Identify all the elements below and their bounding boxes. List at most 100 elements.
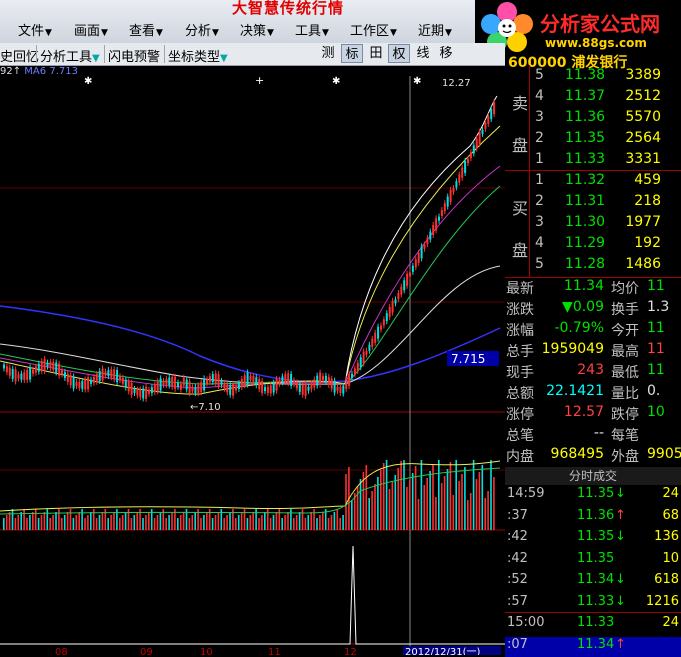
volume-bar: [403, 460, 405, 530]
volume-bar: [336, 509, 339, 530]
sell-row[interactable]: 4 11.37 2512: [505, 88, 681, 109]
volume-bar: [246, 518, 249, 530]
rights-adjust-button[interactable]: 权: [388, 44, 410, 63]
menu-view[interactable]: 查看▼: [129, 20, 163, 39]
tick-volume: 136: [654, 529, 679, 544]
event-marker: +: [255, 74, 264, 87]
volume-bar: [159, 512, 162, 530]
ticks-header[interactable]: 分时成交: [505, 467, 681, 485]
level-number: 2: [535, 193, 544, 209]
volume-bar: [177, 518, 179, 530]
volume-bar: [217, 512, 220, 530]
order-price: 11.35: [565, 130, 606, 146]
quote-label: 量比: [611, 386, 639, 402]
menu-analysis[interactable]: 分析▼: [185, 20, 219, 39]
quote-value: 968495: [550, 446, 604, 462]
tick-row[interactable]: :42 11.35 10: [505, 551, 681, 571]
volume-bar: [203, 515, 205, 530]
volume-bar: [278, 509, 281, 530]
level-number: 4: [535, 235, 544, 251]
quote-label: 涨幅: [506, 323, 534, 339]
volume-bar: [11, 509, 14, 530]
volume-bar: [330, 515, 333, 530]
flash-alert-button[interactable]: 闪电预警: [108, 46, 160, 65]
quote-value: 1959049: [541, 341, 604, 357]
volume-bar: [240, 512, 243, 530]
move-button[interactable]: 移: [436, 44, 456, 63]
buy-row[interactable]: 2 11.31 218: [505, 193, 681, 214]
menu-tools[interactable]: 工具▼: [295, 20, 329, 39]
order-quantity: 459: [634, 172, 661, 188]
volume-bar: [304, 518, 307, 530]
event-marker: ✱: [332, 76, 340, 87]
volume-bar: [394, 475, 397, 530]
buy-row[interactable]: 5 11.28 1486: [505, 256, 681, 277]
quote-value: 11: [647, 362, 665, 378]
volume-bar: [365, 465, 368, 530]
tick-row[interactable]: :37 11.36 ↑ 68: [505, 508, 681, 528]
tick-row[interactable]: :42 11.35 ↓ 136: [505, 529, 681, 549]
quote-value: 243: [577, 362, 604, 378]
tick-volume: 24: [662, 615, 679, 630]
volume-bar: [72, 518, 75, 530]
volume-bar: [400, 461, 402, 530]
level-number: 2: [535, 130, 544, 146]
volume-bar: [58, 509, 60, 530]
history-recall-button[interactable]: 史回忆: [0, 46, 39, 65]
tick-volume: 1216: [645, 593, 679, 609]
buy-row[interactable]: 3 11.30 1977: [505, 214, 681, 235]
volume-bar: [417, 499, 420, 530]
sell-row[interactable]: 3 11.36 5570: [505, 109, 681, 130]
volume-bar: [446, 469, 449, 530]
volume-bar: [121, 515, 124, 530]
volume-bar: [46, 509, 49, 530]
logo-text: 分析家公式网: [540, 12, 660, 36]
volume-bar: [469, 493, 472, 530]
month-label: 11: [268, 647, 281, 655]
sell-row[interactable]: 5 11.38 3389: [505, 67, 681, 88]
menu-file[interactable]: 文件▼: [18, 20, 52, 39]
quote-value: 11: [647, 278, 665, 294]
tick-row[interactable]: 15:00 11.33 24: [505, 615, 681, 635]
menu-view-screen[interactable]: 画面▼: [74, 20, 108, 39]
quote-label: 换手: [611, 302, 639, 318]
volume-bar: [301, 509, 304, 530]
menu-workspace[interactable]: 工作区▼: [350, 20, 397, 39]
ma-green-line: [0, 185, 501, 385]
sell-row[interactable]: 1 11.33 3331: [505, 151, 681, 172]
quote-row: 涨停 12.57 跌停 10: [505, 404, 681, 425]
volume-bar: [249, 515, 252, 530]
quote-row: 总笔 -- 每笔: [505, 425, 681, 446]
volume-bar: [327, 518, 330, 530]
volume-bar: [319, 515, 321, 530]
buy-label: 买: [512, 199, 529, 218]
volume-bar: [206, 512, 208, 530]
mark-button[interactable]: 标: [341, 44, 363, 63]
kline-chart[interactable]: ✱ + ✱ ✱ 12.27 ←7.10 7.715 08 09 10 11 12…: [0, 66, 505, 655]
event-marker: ✱: [413, 76, 421, 87]
volume-bar: [438, 460, 440, 530]
volume-bar: [295, 515, 298, 530]
quote-value: 12.57: [563, 404, 604, 420]
buy-row[interactable]: 4 11.29 192: [505, 235, 681, 256]
grid-button[interactable]: 田: [366, 44, 386, 63]
tick-price: 11.34: [577, 636, 615, 652]
sell-row[interactable]: 2 11.35 2564: [505, 130, 681, 151]
tick-time: :42: [507, 529, 528, 544]
tick-row[interactable]: :52 11.34 ↓ 618: [505, 572, 681, 592]
analysis-tools-button[interactable]: 分析工具▼: [40, 46, 100, 65]
level-number: 3: [535, 214, 544, 230]
menu-decision[interactable]: 决策▼: [240, 20, 274, 39]
order-quantity: 5570: [625, 109, 661, 125]
line-button[interactable]: 线: [413, 44, 433, 63]
buy-row[interactable]: 1 11.32 459: [505, 172, 681, 193]
volume-bar: [95, 518, 98, 530]
measure-button[interactable]: 测: [318, 44, 338, 63]
volume-bar: [452, 495, 455, 530]
axis-type-button[interactable]: 坐标类型▼: [168, 46, 228, 65]
tick-row[interactable]: :07 11.34 ↑: [505, 636, 681, 657]
tick-row[interactable]: 14:59 11.35 ↓ 24: [505, 486, 681, 506]
tick-row[interactable]: :57 11.33 ↓ 1216: [505, 594, 681, 614]
menu-recent[interactable]: 近期▼: [418, 20, 452, 39]
indicator-line: [0, 545, 505, 645]
